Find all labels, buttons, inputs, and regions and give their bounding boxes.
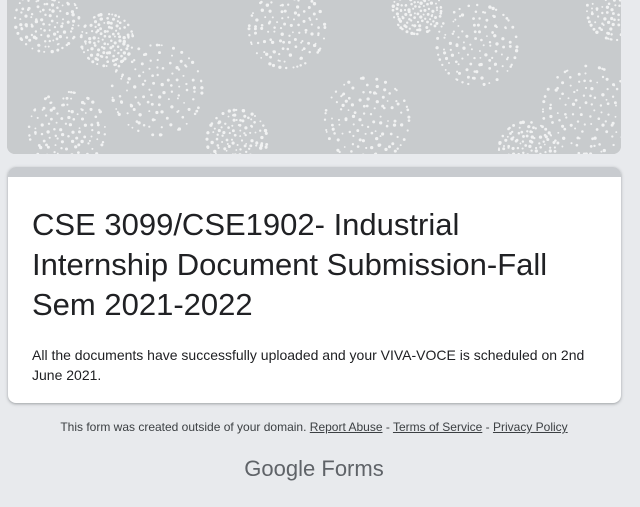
forms-wordmark: Forms — [321, 456, 384, 481]
privacy-policy-link[interactable]: Privacy Policy — [493, 420, 568, 434]
footer-separator: - — [382, 420, 393, 434]
google-forms-logo[interactable]: Google Forms — [0, 456, 628, 482]
form-response-page: CSE 3099/CSE1902- Industrial Internship … — [0, 0, 640, 507]
banner-pattern — [7, 0, 621, 154]
domain-notice-text: This form was created outside of your do… — [60, 420, 307, 434]
card-accent-bar — [8, 167, 621, 177]
confirmation-message: All the documents have successfully uplo… — [32, 347, 585, 383]
footer-notice: This form was created outside of your do… — [0, 420, 628, 434]
form-confirmation-card: CSE 3099/CSE1902- Industrial Internship … — [8, 167, 621, 403]
form-title: CSE 3099/CSE1902- Industrial Internship … — [32, 207, 548, 322]
report-abuse-link[interactable]: Report Abuse — [310, 420, 383, 434]
header-banner-image — [7, 0, 621, 154]
footer-separator: - — [482, 420, 493, 434]
google-wordmark: Google — [244, 456, 316, 481]
terms-of-service-link[interactable]: Terms of Service — [393, 420, 482, 434]
